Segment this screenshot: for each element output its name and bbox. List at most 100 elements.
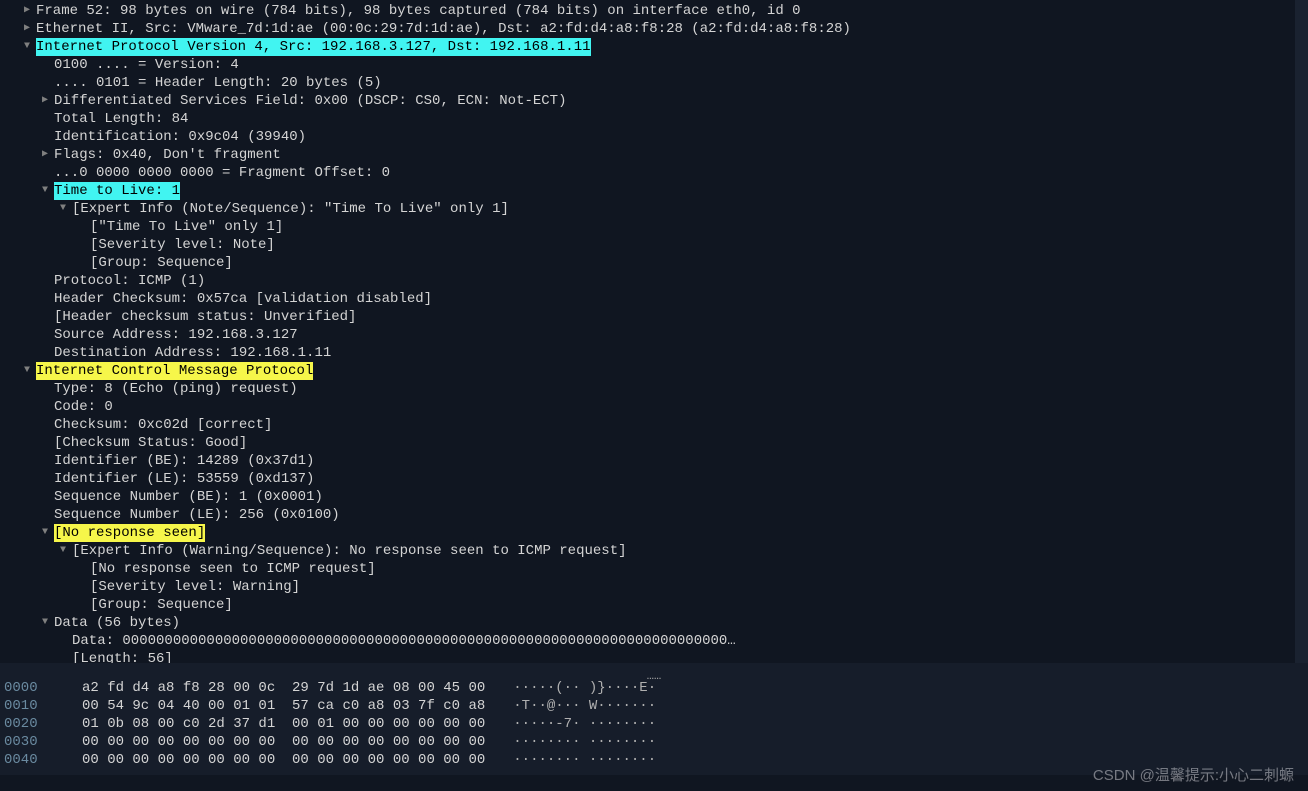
icmp-id-le-row[interactable]: Identifier (LE): 53559 (0xd137) bbox=[0, 470, 1308, 488]
icmp-cksum-stat-row[interactable]: [Checksum Status: Good] bbox=[0, 434, 1308, 452]
icmp-cksum-row[interactable]: Checksum: 0xc02d [correct] bbox=[0, 416, 1308, 434]
icmp-type: Type: 8 (Echo (ping) request) bbox=[54, 380, 298, 398]
hex-row-0030[interactable]: 0030 00 00 00 00 00 00 00 00 00 00 00 00 … bbox=[4, 733, 1304, 751]
ip-cksum-stat-row[interactable]: [Header checksum status: Unverified] bbox=[0, 308, 1308, 326]
collapse-icon[interactable]: ▼ bbox=[36, 524, 54, 542]
ip-proto-row[interactable]: Protocol: ICMP (1) bbox=[0, 272, 1308, 290]
hex-bytes: 01 0b 08 00 c0 2d 37 d1 00 01 00 00 00 0… bbox=[82, 715, 485, 733]
ip-ttl-expert-row[interactable]: ▼[Expert Info (Note/Sequence): "Time To … bbox=[0, 200, 1308, 218]
ip-protocol: Protocol: ICMP (1) bbox=[54, 272, 205, 290]
ip-header-row[interactable]: ▼ Internet Protocol Version 4, Src: 192.… bbox=[0, 38, 1308, 56]
watermark: CSDN @温馨提示:小心二刺螈 bbox=[1093, 767, 1294, 785]
ip-destination: Destination Address: 192.168.1.11 bbox=[54, 344, 331, 362]
ip-flags: Flags: 0x40, Don't fragment bbox=[54, 146, 281, 164]
icmp-id-be: Identifier (BE): 14289 (0x37d1) bbox=[54, 452, 314, 470]
icmp-data-row[interactable]: Data: 0000000000000000000000000000000000… bbox=[0, 632, 1308, 650]
ip-cksum-row[interactable]: Header Checksum: 0x57ca [validation disa… bbox=[0, 290, 1308, 308]
collapse-icon[interactable]: ▼ bbox=[18, 362, 36, 380]
hex-offset: 0020 bbox=[4, 715, 64, 733]
icmp-no-response: [No response seen] bbox=[54, 524, 205, 542]
icmp-noresp-group: [Group: Sequence] bbox=[90, 596, 233, 614]
hex-ascii: ········ ········ bbox=[513, 751, 656, 769]
ip-header: Internet Protocol Version 4, Src: 192.16… bbox=[36, 38, 591, 56]
ip-checksum-status: [Header checksum status: Unverified] bbox=[54, 308, 356, 326]
ip-fragoff-row[interactable]: ...0 0000 0000 0000 = Fragment Offset: 0 bbox=[0, 164, 1308, 182]
hex-bytes: 00 00 00 00 00 00 00 00 00 00 00 00 00 0… bbox=[82, 733, 485, 751]
expand-icon[interactable]: ▶ bbox=[18, 20, 36, 38]
collapse-icon[interactable]: ▼ bbox=[54, 542, 72, 560]
ip-totlen-row[interactable]: Total Length: 84 bbox=[0, 110, 1308, 128]
frame-summary-row[interactable]: ▶ Frame 52: 98 bytes on wire (784 bits),… bbox=[0, 2, 1308, 20]
ip-dst-row[interactable]: Destination Address: 192.168.1.11 bbox=[0, 344, 1308, 362]
icmp-noresp-expert-row[interactable]: ▼[Expert Info (Warning/Sequence): No res… bbox=[0, 542, 1308, 560]
icmp-id-be-row[interactable]: Identifier (BE): 14289 (0x37d1) bbox=[0, 452, 1308, 470]
icmp-noresp-severity: [Severity level: Warning] bbox=[90, 578, 300, 596]
icmp-seq-le-row[interactable]: Sequence Number (LE): 256 (0x0100) bbox=[0, 506, 1308, 524]
expand-icon[interactable]: ▶ bbox=[36, 92, 54, 110]
ip-ttl: Time to Live: 1 bbox=[54, 182, 180, 200]
icmp-data: Data: 0000000000000000000000000000000000… bbox=[72, 632, 736, 650]
icmp-noresp-msg-row[interactable]: [No response seen to ICMP request] bbox=[0, 560, 1308, 578]
ip-version-row[interactable]: 0100 .... = Version: 4 bbox=[0, 56, 1308, 74]
collapse-icon[interactable]: ▼ bbox=[54, 200, 72, 218]
hex-bytes: 00 54 9c 04 40 00 01 01 57 ca c0 a8 03 7… bbox=[82, 697, 485, 715]
ip-ttl-message: ["Time To Live" only 1] bbox=[90, 218, 283, 236]
icmp-data-hdr-row[interactable]: ▼Data (56 bytes) bbox=[0, 614, 1308, 632]
hex-offset: 0000 bbox=[4, 679, 64, 697]
ip-src-row[interactable]: Source Address: 192.168.3.127 bbox=[0, 326, 1308, 344]
collapse-icon[interactable]: ▼ bbox=[36, 614, 54, 632]
hex-ellipsis: …… bbox=[4, 667, 1304, 679]
hex-row-0010[interactable]: 0010 00 54 9c 04 40 00 01 01 57 ca c0 a8 … bbox=[4, 697, 1304, 715]
ip-total-length: Total Length: 84 bbox=[54, 110, 188, 128]
icmp-noresp-message: [No response seen to ICMP request] bbox=[90, 560, 376, 578]
icmp-noresp-grp-row[interactable]: [Group: Sequence] bbox=[0, 596, 1308, 614]
expand-icon[interactable]: ▶ bbox=[36, 146, 54, 164]
icmp-id-le: Identifier (LE): 53559 (0xd137) bbox=[54, 470, 314, 488]
hex-row-0000[interactable]: 0000 a2 fd d4 a8 f8 28 00 0c 29 7d 1d ae … bbox=[4, 679, 1304, 697]
hex-ascii: ·····(·· )}····E· bbox=[513, 679, 656, 697]
ip-identification: Identification: 0x9c04 (39940) bbox=[54, 128, 306, 146]
icmp-noresp-row[interactable]: ▼[No response seen] bbox=[0, 524, 1308, 542]
icmp-seq-be: Sequence Number (BE): 1 (0x0001) bbox=[54, 488, 323, 506]
hex-bytes: 00 00 00 00 00 00 00 00 00 00 00 00 00 0… bbox=[82, 751, 485, 769]
ip-ident-row[interactable]: Identification: 0x9c04 (39940) bbox=[0, 128, 1308, 146]
vertical-scrollbar[interactable] bbox=[1295, 0, 1308, 680]
icmp-noresp-sev-row[interactable]: [Severity level: Warning] bbox=[0, 578, 1308, 596]
ip-hlen-row[interactable]: .... 0101 = Header Length: 20 bytes (5) bbox=[0, 74, 1308, 92]
icmp-code: Code: 0 bbox=[54, 398, 113, 416]
icmp-seq-le: Sequence Number (LE): 256 (0x0100) bbox=[54, 506, 340, 524]
expand-icon[interactable]: ▶ bbox=[18, 2, 36, 20]
icmp-checksum: Checksum: 0xc02d [correct] bbox=[54, 416, 272, 434]
packet-bytes-pane[interactable]: …… 0000 a2 fd d4 a8 f8 28 00 0c 29 7d 1d … bbox=[0, 663, 1308, 775]
ip-ttl-row[interactable]: ▼Time to Live: 1 bbox=[0, 182, 1308, 200]
ip-dscp-row[interactable]: ▶Differentiated Services Field: 0x00 (DS… bbox=[0, 92, 1308, 110]
collapse-icon[interactable]: ▼ bbox=[18, 38, 36, 56]
ip-ttl-msg-row[interactable]: ["Time To Live" only 1] bbox=[0, 218, 1308, 236]
packet-details-pane[interactable]: ▶ Frame 52: 98 bytes on wire (784 bits),… bbox=[0, 0, 1308, 670]
ip-ttl-severity: [Severity level: Note] bbox=[90, 236, 275, 254]
ip-ttl-sev-row[interactable]: [Severity level: Note] bbox=[0, 236, 1308, 254]
collapse-icon[interactable]: ▼ bbox=[36, 182, 54, 200]
ip-header-length: .... 0101 = Header Length: 20 bytes (5) bbox=[54, 74, 382, 92]
ip-version: 0100 .... = Version: 4 bbox=[54, 56, 239, 74]
ethernet-summary: Ethernet II, Src: VMware_7d:1d:ae (00:0c… bbox=[36, 20, 851, 38]
icmp-code-row[interactable]: Code: 0 bbox=[0, 398, 1308, 416]
hex-offset: 0030 bbox=[4, 733, 64, 751]
ip-flags-row[interactable]: ▶Flags: 0x40, Don't fragment bbox=[0, 146, 1308, 164]
icmp-header-row[interactable]: ▼Internet Control Message Protocol bbox=[0, 362, 1308, 380]
hex-offset: 0040 bbox=[4, 751, 64, 769]
ip-ttl-expert: [Expert Info (Note/Sequence): "Time To L… bbox=[72, 200, 509, 218]
icmp-seq-be-row[interactable]: Sequence Number (BE): 1 (0x0001) bbox=[0, 488, 1308, 506]
hex-offset: 0010 bbox=[4, 697, 64, 715]
icmp-type-row[interactable]: Type: 8 (Echo (ping) request) bbox=[0, 380, 1308, 398]
ethernet-row[interactable]: ▶ Ethernet II, Src: VMware_7d:1d:ae (00:… bbox=[0, 20, 1308, 38]
hex-ascii: ·····-7· ········ bbox=[513, 715, 656, 733]
ip-checksum: Header Checksum: 0x57ca [validation disa… bbox=[54, 290, 432, 308]
icmp-header: Internet Control Message Protocol bbox=[36, 362, 313, 380]
ip-ttl-grp-row[interactable]: [Group: Sequence] bbox=[0, 254, 1308, 272]
hex-ascii: ·T··@··· W······· bbox=[513, 697, 656, 715]
ip-source: Source Address: 192.168.3.127 bbox=[54, 326, 298, 344]
hex-row-0020[interactable]: 0020 01 0b 08 00 c0 2d 37 d1 00 01 00 00 … bbox=[4, 715, 1304, 733]
icmp-data-header: Data (56 bytes) bbox=[54, 614, 180, 632]
hex-bytes: a2 fd d4 a8 f8 28 00 0c 29 7d 1d ae 08 0… bbox=[82, 679, 485, 697]
